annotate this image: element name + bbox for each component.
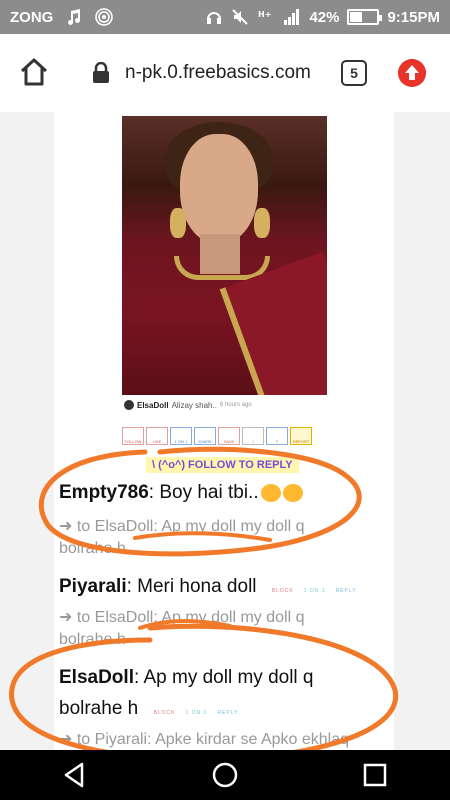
headset-icon [207,12,222,24]
comment-reply-to-cont: bolrahe h [59,540,126,557]
post-actions: FOLLOW LIKE 1 ON 1 SHARE SAVE f T REPORT [122,427,312,445]
signal-icon [284,9,300,25]
recents-icon[interactable] [360,760,390,790]
post-card: ElsaDoll Alizay shah.. 6 hours ago FOLLO… [54,112,394,750]
comment: Piyarali: Meri hona doll BLOCK 1 ON 1 REPL… [59,576,357,598]
battery-level [350,12,363,22]
status-bar: ZONG H+ 42% 9:15PM [0,0,450,34]
clock: 9:15PM [387,8,440,26]
comment-reply-to[interactable]: ➜ to ElsaDoll: Ap my doll my doll q [59,607,305,627]
screen: ZONG H+ 42% 9:15PM n-pk.0.freebasics.com… [0,0,450,800]
share-button[interactable]: SHARE [194,427,216,445]
home-icon[interactable] [210,760,240,790]
post-caption: Alizay shah.. [171,400,217,410]
post-time: 6 hours ago [219,402,252,408]
avatar[interactable] [124,400,134,410]
system-nav-bar [0,750,450,800]
one-on-one-button[interactable]: 1 ON 1 [304,588,326,594]
block-button[interactable]: BLOCK [272,588,294,594]
home-icon[interactable] [18,56,50,88]
comment-reply-to[interactable]: ➜ to ElsaDoll: Ap my doll my doll q [59,516,305,536]
comment: Empty786: Boy hai tbi.. [59,482,303,504]
comment-author[interactable]: ElsaDoll [59,667,134,688]
comment-actions: BLOCK 1 ON 1 REPLY [154,710,239,716]
comment-reply-to[interactable]: ➜ to Piyarali: Apke kirdar se Apko ekhla… [59,729,349,749]
svg-text:H+: H+ [258,10,271,19]
no-sim-icon: H+ [258,10,271,19]
comment-text: : Meri hona doll [126,576,257,597]
post-photo[interactable] [122,116,327,395]
music-icon [68,9,81,25]
post-meta: ElsaDoll Alizay shah.. 6 hours ago [124,400,252,410]
comment-author[interactable]: Empty786 [59,482,149,503]
page-content: ElsaDoll Alizay shah.. 6 hours ago FOLLO… [0,112,450,750]
reply-button[interactable]: REPLY [217,710,238,716]
address-bar[interactable]: n-pk.0.freebasics.com [125,62,311,84]
photo-earring-left [170,208,186,238]
battery-icon [347,9,383,25]
comment-text-cont: bolrahe h [59,698,139,719]
update-icon[interactable] [398,59,426,87]
comment-text: : Boy hai tbi.. [148,482,259,503]
follow-to-reply-button[interactable]: \ (^o^) FOLLOW TO REPLY [146,457,299,473]
mute-icon [232,9,249,25]
report-button[interactable]: REPORT [290,427,312,445]
comment-text: : Ap my doll my doll q [133,667,314,688]
battery-percent: 42% [309,8,340,26]
photo-earring-right [254,208,270,238]
one-on-one-button[interactable]: 1 ON 1 [185,710,207,716]
back-icon[interactable] [60,760,90,790]
emoji-icon [260,483,281,502]
comment-author[interactable]: Piyarali [59,576,127,597]
reply-button[interactable]: REPLY [336,588,357,594]
comment-actions: BLOCK 1 ON 1 REPLY [272,588,357,594]
comment: ElsaDoll: Ap my doll my doll q [59,667,314,689]
tab-switcher-button[interactable]: 5 [341,60,367,86]
save-button[interactable]: SAVE [218,427,240,445]
facebook-button[interactable]: f [242,427,264,445]
comment-cont: bolrahe h BLOCK 1 ON 1 REPLY [59,698,238,720]
comment-reply-to-cont: bolrahe h [59,631,126,648]
like-button[interactable]: LIKE [146,427,168,445]
post-username[interactable]: ElsaDoll [137,401,169,410]
follow-button[interactable]: FOLLOW [122,427,144,445]
photo-face [180,134,258,244]
twitter-button[interactable]: T [266,427,288,445]
lock-icon [93,62,109,83]
emoji-icon [282,483,303,502]
one-on-one-button[interactable]: 1 ON 1 [170,427,192,445]
carrier-label: ZONG [10,8,54,26]
browser-toolbar: n-pk.0.freebasics.com 5 [0,34,450,112]
hotspot-icon [95,8,114,26]
block-button[interactable]: BLOCK [154,710,176,716]
